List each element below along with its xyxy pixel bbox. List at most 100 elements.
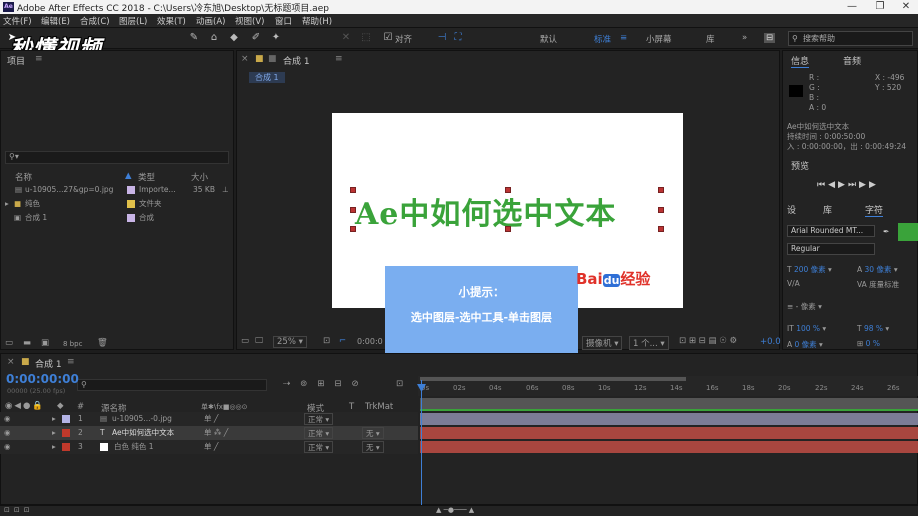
kerning-icon[interactable]: V/A (787, 279, 800, 288)
workspace-menu-icon[interactable]: ≡ (620, 33, 627, 43)
timeline-tab[interactable]: 合成 1 (35, 357, 62, 370)
expand-icon[interactable]: ▸ (52, 441, 56, 453)
av-switches-icon[interactable]: ◉◀●🔒 (5, 401, 45, 411)
bbox-handle[interactable] (350, 226, 356, 232)
visibility-icon[interactable]: ◉ (4, 413, 11, 425)
horizontal-scale-value[interactable]: T 98 % ▾ (857, 324, 889, 333)
project-search-input[interactable]: ⚲▾ (5, 151, 229, 164)
menu-edit[interactable]: 编辑(E) (41, 15, 70, 27)
layer-name[interactable]: Ae中如何选中文本 (112, 427, 174, 439)
bbox-handle[interactable] (505, 187, 511, 193)
bbox-handle[interactable] (658, 187, 664, 193)
project-item[interactable]: ▣ 合成 1 合成 (1, 212, 233, 224)
bbox-handle[interactable] (350, 187, 356, 193)
viewer-menu-icon[interactable]: ≡ (335, 54, 343, 64)
tsume-value[interactable]: ⊞ 0 % (857, 339, 880, 348)
close-icon[interactable]: ✕ (892, 0, 918, 14)
always-preview-icon[interactable]: ▭ (241, 336, 249, 346)
tracking-value[interactable]: VA 度量标准 (857, 279, 899, 290)
exposure-value[interactable]: +0.0 (760, 337, 781, 347)
brush-tool-icon[interactable]: ✎ (188, 32, 200, 44)
menu-view[interactable]: 视图(V) (235, 15, 264, 27)
leading-value[interactable]: A 30 像素 ▾ (857, 264, 898, 275)
workspace-default[interactable]: 默认 (540, 33, 557, 45)
local-axis-icon[interactable]: ✕ (340, 32, 352, 44)
bbox-handle[interactable] (350, 207, 356, 213)
close-tab-icon[interactable]: × (7, 357, 15, 367)
visibility-icon[interactable]: ◉ (4, 427, 11, 439)
maximize-icon[interactable]: ❐ (866, 0, 894, 14)
stroke-width-value[interactable]: ≡ - 像素 ▾ (787, 301, 822, 312)
monitor-icon[interactable]: 🖵 (255, 336, 263, 346)
layer-name[interactable]: 白色 纯色 1 (114, 441, 154, 453)
timeline-search-input[interactable]: ⚲ (77, 379, 267, 391)
project-item[interactable]: ▤ u-10905...27&gp=0.jpg Importe... 35 KB… (1, 184, 233, 196)
new-folder-icon[interactable]: ▬ (23, 338, 31, 348)
layer-label-color[interactable] (62, 429, 70, 437)
layout-icon[interactable]: ⊡ ⊞ ⊟ ▤ ☉ ⚙ (679, 336, 737, 346)
lock-icon[interactable]: × (241, 54, 249, 64)
timeline-switches-icon[interactable]: ⇢⊚⊞⊟⊘ (283, 379, 369, 389)
track-matte-dropdown[interactable]: 无 ▾ (362, 427, 384, 439)
more-workspaces-icon[interactable]: » (742, 33, 747, 43)
layer-switches[interactable]: 单 ╱ (204, 413, 218, 425)
tab-audio[interactable]: 音频 (843, 54, 861, 67)
minimize-icon[interactable]: — (838, 0, 866, 14)
baseline-shift-value[interactable]: A 0 像素 ▾ (787, 339, 823, 350)
clone-stamp-icon[interactable]: ⌂ (208, 32, 220, 44)
search-help-input[interactable]: ⚲ 搜索帮助 (788, 31, 913, 46)
font-style-dropdown[interactable]: Regular (787, 243, 875, 255)
eyedropper-icon[interactable]: ✒ (883, 227, 889, 236)
track-matte-dropdown[interactable]: 无 ▾ (362, 441, 384, 453)
graph-editor-icon[interactable]: ⊡ (396, 379, 403, 389)
interpret-footage-icon[interactable]: ▭ (5, 338, 13, 348)
blend-mode-dropdown[interactable]: 正常 ▾ (304, 427, 334, 439)
font-family-dropdown[interactable]: Arial Rounded MT... (787, 225, 875, 237)
snap-edges-icon[interactable]: ⊣ (436, 32, 448, 44)
layer-bar[interactable] (420, 441, 918, 453)
visibility-icon[interactable]: ◉ (4, 441, 11, 453)
layer-bar[interactable] (420, 413, 918, 425)
delete-icon[interactable]: 🗑 (97, 338, 108, 348)
workspace-library[interactable]: 库 (706, 33, 715, 45)
tab-library[interactable]: 库 (823, 203, 832, 216)
sort-icon[interactable]: ▲ (125, 171, 132, 181)
layer-switches[interactable]: 单 ⁂ ╱ (204, 427, 228, 439)
viewer-tab[interactable]: 合成 1 (283, 54, 310, 67)
layer-label-color[interactable] (62, 415, 70, 423)
playback-controls-icon[interactable]: ⏮◀▶⏭▶▶ (817, 180, 879, 190)
work-area-bar[interactable] (420, 377, 686, 381)
status-icons[interactable]: ⊡⊡⊡ (4, 506, 34, 514)
menu-animation[interactable]: 动画(A) (196, 15, 225, 27)
menu-file[interactable]: 文件(F) (3, 15, 32, 27)
project-menu-icon[interactable]: ≡ (35, 54, 43, 64)
tab-character[interactable]: 字符 (865, 203, 884, 217)
fit-icon[interactable]: ⊡ (323, 336, 330, 346)
menu-help[interactable]: 帮助(H) (302, 15, 332, 27)
region-icon[interactable]: ⌐ (339, 336, 346, 346)
camera-dropdown[interactable]: 摄像机 ▾ (582, 336, 623, 350)
current-time[interactable]: 0:00:00:00 (6, 372, 79, 386)
tab-paragraph[interactable]: 设 (787, 203, 796, 216)
views-dropdown[interactable]: 1 个... ▾ (629, 336, 669, 350)
layer-row[interactable]: ◉ ▸ 3 白色 纯色 1 单 ╱ 正常 ▾ 无 ▾ (0, 440, 418, 454)
viewer-timecode[interactable]: 0:00:0 (357, 337, 383, 346)
workspace-small-screen[interactable]: 小屏幕 (646, 33, 672, 45)
snap-features-icon[interactable]: ⛶ (452, 32, 464, 44)
fill-color-swatch[interactable] (898, 223, 918, 241)
menu-effect[interactable]: 效果(T) (157, 15, 186, 27)
layer-row-selected[interactable]: ◉ ▸ 2 T Ae中如何选中文本 单 ⁂ ╱ 正常 ▾ 无 ▾ (0, 426, 418, 440)
expand-icon[interactable]: ▸ (52, 413, 56, 425)
layer-name[interactable]: u-10905...-0.jpg (112, 413, 172, 425)
zoom-slider-icon[interactable]: ▲ ─●─── ▲ (436, 506, 474, 514)
vertical-scale-value[interactable]: IT 100 % ▾ (787, 324, 826, 333)
menu-composition[interactable]: 合成(C) (80, 15, 110, 27)
menu-window[interactable]: 窗口 (275, 15, 292, 27)
playhead[interactable] (421, 380, 422, 505)
world-axis-icon[interactable]: ⬚ (360, 32, 372, 44)
timeline-menu-icon[interactable]: ≡ (67, 357, 75, 367)
blend-mode-dropdown[interactable]: 正常 ▾ (304, 441, 334, 453)
expand-icon[interactable]: ▸ (52, 427, 56, 439)
bbox-handle[interactable] (658, 226, 664, 232)
roto-brush-icon[interactable]: ✐ (250, 32, 262, 44)
